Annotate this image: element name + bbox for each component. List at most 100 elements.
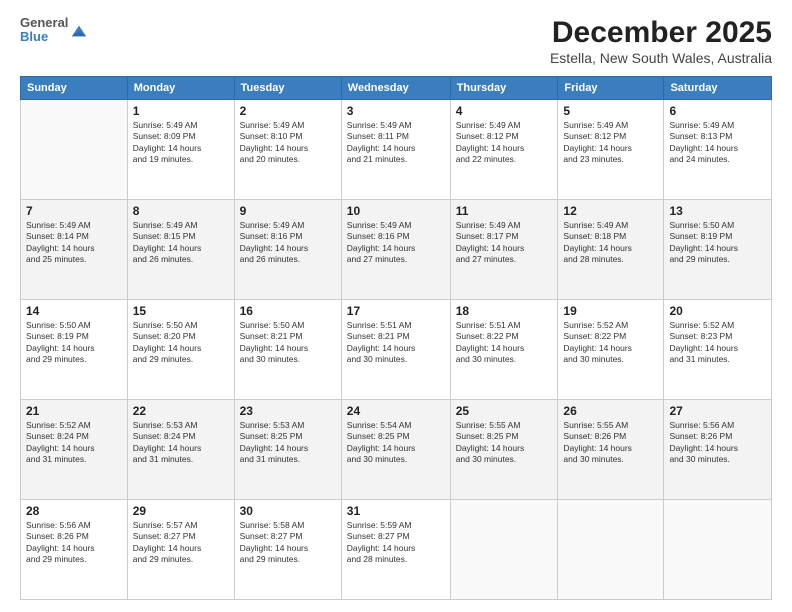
header-cell-saturday: Saturday [664, 77, 772, 100]
calendar-cell: 24 Sunrise: 5:54 AM Sunset: 8:25 PM Dayli… [341, 400, 450, 500]
cell-day-number: 14 [26, 304, 122, 318]
cell-info-text: Sunrise: 5:49 AM Sunset: 8:15 PM Dayligh… [133, 220, 229, 266]
calendar-cell: 3 Sunrise: 5:49 AM Sunset: 8:11 PM Daylig… [341, 100, 450, 200]
calendar-cell: 31 Sunrise: 5:59 AM Sunset: 8:27 PM Dayli… [341, 500, 450, 600]
cell-day-number: 31 [347, 504, 445, 518]
cell-day-number: 8 [133, 204, 229, 218]
calendar-cell: 17Sunrise: 5:51 AM Sunset: 8:21 PM Dayli… [341, 300, 450, 400]
calendar-cell: 22 Sunrise: 5:53 AM Sunset: 8:24 PM Dayli… [127, 400, 234, 500]
calendar: SundayMondayTuesdayWednesdayThursdayFrid… [20, 76, 772, 600]
calendar-cell: 11Sunrise: 5:49 AM Sunset: 8:17 PM Dayli… [450, 200, 558, 300]
cell-info-text: Sunrise: 5:49 AM Sunset: 8:18 PM Dayligh… [563, 220, 658, 266]
header: General Blue December 2025 Estella, New … [20, 16, 772, 66]
calendar-cell: 23 Sunrise: 5:53 AM Sunset: 8:25 PM Dayli… [234, 400, 341, 500]
cell-info-text: Sunrise: 5:58 AM Sunset: 8:27 PM Dayligh… [240, 520, 336, 566]
cell-day-number: 28 [26, 504, 122, 518]
calendar-cell: 10 Sunrise: 5:49 AM Sunset: 8:16 PM Dayli… [341, 200, 450, 300]
cell-info-text: Sunrise: 5:50 AM Sunset: 8:20 PM Dayligh… [133, 320, 229, 366]
cell-day-number: 9 [240, 204, 336, 218]
cell-day-number: 6 [669, 104, 766, 118]
calendar-header: SundayMondayTuesdayWednesdayThursdayFrid… [21, 77, 772, 100]
cell-day-number: 17 [347, 304, 445, 318]
calendar-cell [21, 100, 128, 200]
logo-line1: General [20, 16, 68, 30]
calendar-cell: 6 Sunrise: 5:49 AM Sunset: 8:13 PM Daylig… [664, 100, 772, 200]
logo-icon [70, 22, 88, 40]
cell-info-text: Sunrise: 5:55 AM Sunset: 8:25 PM Dayligh… [456, 420, 553, 466]
cell-day-number: 2 [240, 104, 336, 118]
cell-day-number: 27 [669, 404, 766, 418]
cell-info-text: Sunrise: 5:53 AM Sunset: 8:25 PM Dayligh… [240, 420, 336, 466]
cell-day-number: 11 [456, 204, 553, 218]
calendar-cell: 29Sunrise: 5:57 AM Sunset: 8:27 PM Dayli… [127, 500, 234, 600]
cell-day-number: 21 [26, 404, 122, 418]
cell-day-number: 4 [456, 104, 553, 118]
cell-info-text: Sunrise: 5:52 AM Sunset: 8:24 PM Dayligh… [26, 420, 122, 466]
calendar-row: 21 Sunrise: 5:52 AM Sunset: 8:24 PM Dayli… [21, 400, 772, 500]
cell-info-text: Sunrise: 5:55 AM Sunset: 8:26 PM Dayligh… [563, 420, 658, 466]
cell-day-number: 1 [133, 104, 229, 118]
cell-info-text: Sunrise: 5:49 AM Sunset: 8:09 PM Dayligh… [133, 120, 229, 166]
cell-info-text: Sunrise: 5:49 AM Sunset: 8:16 PM Dayligh… [347, 220, 445, 266]
cell-day-number: 3 [347, 104, 445, 118]
cell-info-text: Sunrise: 5:49 AM Sunset: 8:14 PM Dayligh… [26, 220, 122, 266]
calendar-cell: 15Sunrise: 5:50 AM Sunset: 8:20 PM Dayli… [127, 300, 234, 400]
cell-info-text: Sunrise: 5:49 AM Sunset: 8:10 PM Dayligh… [240, 120, 336, 166]
cell-day-number: 24 [347, 404, 445, 418]
logo-line2: Blue [20, 30, 68, 44]
cell-day-number: 30 [240, 504, 336, 518]
cell-info-text: Sunrise: 5:50 AM Sunset: 8:19 PM Dayligh… [26, 320, 122, 366]
cell-info-text: Sunrise: 5:49 AM Sunset: 8:11 PM Dayligh… [347, 120, 445, 166]
header-cell-tuesday: Tuesday [234, 77, 341, 100]
calendar-cell [450, 500, 558, 600]
logo: General Blue [20, 16, 88, 45]
calendar-cell: 8 Sunrise: 5:49 AM Sunset: 8:15 PM Daylig… [127, 200, 234, 300]
calendar-cell [664, 500, 772, 600]
cell-info-text: Sunrise: 5:49 AM Sunset: 8:12 PM Dayligh… [456, 120, 553, 166]
cell-day-number: 7 [26, 204, 122, 218]
cell-info-text: Sunrise: 5:50 AM Sunset: 8:19 PM Dayligh… [669, 220, 766, 266]
calendar-cell: 4 Sunrise: 5:49 AM Sunset: 8:12 PM Daylig… [450, 100, 558, 200]
calendar-row: 7 Sunrise: 5:49 AM Sunset: 8:14 PM Daylig… [21, 200, 772, 300]
cell-day-number: 20 [669, 304, 766, 318]
calendar-row: 1 Sunrise: 5:49 AM Sunset: 8:09 PM Daylig… [21, 100, 772, 200]
calendar-cell: 20 Sunrise: 5:52 AM Sunset: 8:23 PM Dayli… [664, 300, 772, 400]
cell-day-number: 26 [563, 404, 658, 418]
header-cell-monday: Monday [127, 77, 234, 100]
cell-info-text: Sunrise: 5:53 AM Sunset: 8:24 PM Dayligh… [133, 420, 229, 466]
cell-day-number: 12 [563, 204, 658, 218]
cell-info-text: Sunrise: 5:56 AM Sunset: 8:26 PM Dayligh… [669, 420, 766, 466]
calendar-cell: 28 Sunrise: 5:56 AM Sunset: 8:26 PM Dayli… [21, 500, 128, 600]
cell-info-text: Sunrise: 5:51 AM Sunset: 8:22 PM Dayligh… [456, 320, 553, 366]
calendar-cell: 25Sunrise: 5:55 AM Sunset: 8:25 PM Dayli… [450, 400, 558, 500]
logo-text: General Blue [20, 16, 68, 45]
cell-day-number: 10 [347, 204, 445, 218]
calendar-cell: 5Sunrise: 5:49 AM Sunset: 8:12 PM Daylig… [558, 100, 664, 200]
cell-info-text: Sunrise: 5:54 AM Sunset: 8:25 PM Dayligh… [347, 420, 445, 466]
cell-info-text: Sunrise: 5:59 AM Sunset: 8:27 PM Dayligh… [347, 520, 445, 566]
calendar-cell: 30 Sunrise: 5:58 AM Sunset: 8:27 PM Dayli… [234, 500, 341, 600]
cell-info-text: Sunrise: 5:56 AM Sunset: 8:26 PM Dayligh… [26, 520, 122, 566]
calendar-cell: 16Sunrise: 5:50 AM Sunset: 8:21 PM Dayli… [234, 300, 341, 400]
cell-day-number: 22 [133, 404, 229, 418]
title-block: December 2025 Estella, New South Wales, … [550, 16, 772, 66]
calendar-cell: 9 Sunrise: 5:49 AM Sunset: 8:16 PM Daylig… [234, 200, 341, 300]
calendar-cell: 27 Sunrise: 5:56 AM Sunset: 8:26 PM Dayli… [664, 400, 772, 500]
calendar-cell: 26 Sunrise: 5:55 AM Sunset: 8:26 PM Dayli… [558, 400, 664, 500]
calendar-cell: 7 Sunrise: 5:49 AM Sunset: 8:14 PM Daylig… [21, 200, 128, 300]
page-title: December 2025 [550, 16, 772, 50]
cell-day-number: 29 [133, 504, 229, 518]
calendar-cell: 12 Sunrise: 5:49 AM Sunset: 8:18 PM Dayli… [558, 200, 664, 300]
header-cell-wednesday: Wednesday [341, 77, 450, 100]
cell-day-number: 23 [240, 404, 336, 418]
page-subtitle: Estella, New South Wales, Australia [550, 50, 772, 66]
header-cell-thursday: Thursday [450, 77, 558, 100]
calendar-cell: 14 Sunrise: 5:50 AM Sunset: 8:19 PM Dayli… [21, 300, 128, 400]
calendar-cell [558, 500, 664, 600]
calendar-cell: 21 Sunrise: 5:52 AM Sunset: 8:24 PM Dayli… [21, 400, 128, 500]
cell-info-text: Sunrise: 5:49 AM Sunset: 8:13 PM Dayligh… [669, 120, 766, 166]
cell-info-text: Sunrise: 5:49 AM Sunset: 8:16 PM Dayligh… [240, 220, 336, 266]
cell-info-text: Sunrise: 5:52 AM Sunset: 8:22 PM Dayligh… [563, 320, 658, 366]
header-cell-friday: Friday [558, 77, 664, 100]
cell-info-text: Sunrise: 5:52 AM Sunset: 8:23 PM Dayligh… [669, 320, 766, 366]
